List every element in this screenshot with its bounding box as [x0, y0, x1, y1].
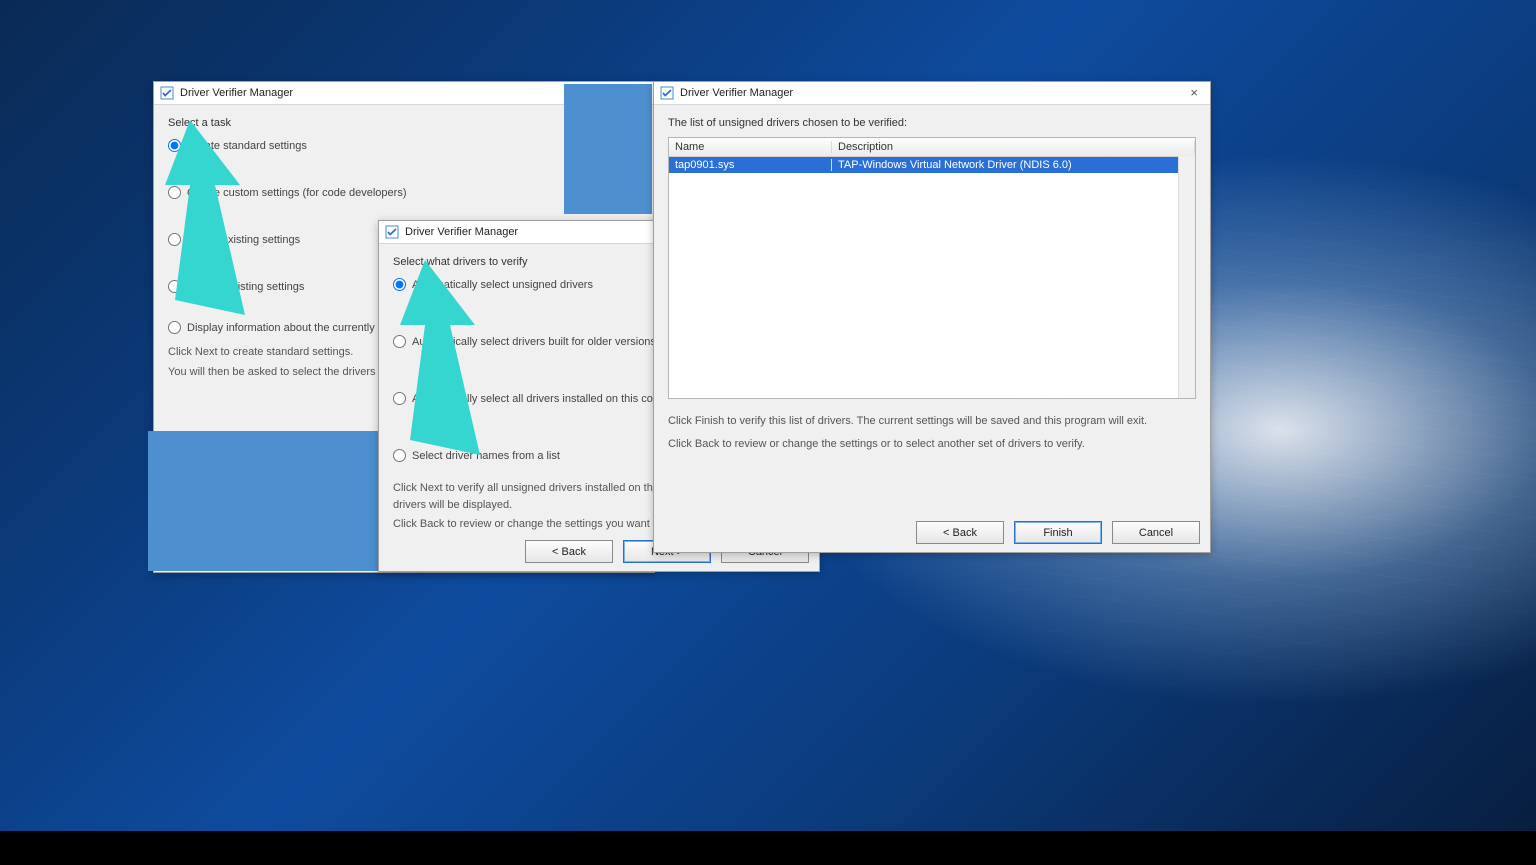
close-icon[interactable]: × [1184, 84, 1204, 102]
hint-text: Click Back to review or change the setti… [668, 436, 1196, 453]
opt-label: Select driver names from a list [412, 450, 560, 462]
hint-text: Click Finish to verify this list of driv… [668, 413, 1196, 430]
title-text: Driver Verifier Manager [180, 87, 293, 99]
back-button[interactable]: < Back [916, 521, 1004, 544]
opt-label: Automatically select all drivers install… [412, 393, 687, 405]
cancel-button[interactable]: Cancel [1112, 521, 1200, 544]
desktop-background: Driver Verifier Manager Select a task Cr… [0, 0, 1536, 865]
back-button[interactable]: < Back [525, 540, 613, 563]
opt-label: Automatically select unsigned drivers [412, 279, 593, 291]
cell-desc: TAP-Windows Virtual Network Driver (NDIS… [832, 159, 1195, 171]
opt-label: Delete existing settings [187, 234, 300, 246]
titlebar[interactable]: Driver Verifier Manager × [654, 82, 1210, 105]
list-header: Name Description [669, 138, 1195, 157]
title-text: Driver Verifier Manager [680, 87, 793, 99]
table-row[interactable]: tap0901.sys TAP-Windows Virtual Network … [669, 157, 1195, 173]
opt-label: Create custom settings (for code develop… [187, 187, 407, 199]
bottom-bar [0, 831, 1536, 865]
opt-label: Display existing settings [187, 281, 304, 293]
group-label: The list of unsigned drivers chosen to b… [668, 117, 1196, 129]
dialog-unsigned-list: Driver Verifier Manager × The list of un… [653, 81, 1211, 553]
annotation-overlay [564, 84, 652, 214]
driver-list[interactable]: Name Description tap0901.sys TAP-Windows… [668, 137, 1196, 399]
opt-label: Create standard settings [187, 140, 307, 152]
col-header-name[interactable]: Name [669, 141, 832, 153]
app-icon [160, 86, 174, 100]
cell-name: tap0901.sys [669, 159, 832, 171]
finish-button[interactable]: Finish [1014, 521, 1102, 544]
title-text: Driver Verifier Manager [405, 226, 518, 238]
annotation-overlay [148, 431, 378, 571]
col-header-desc[interactable]: Description [832, 141, 1195, 153]
app-icon [385, 225, 399, 239]
app-icon [660, 86, 674, 100]
scrollbar[interactable] [1178, 156, 1195, 398]
